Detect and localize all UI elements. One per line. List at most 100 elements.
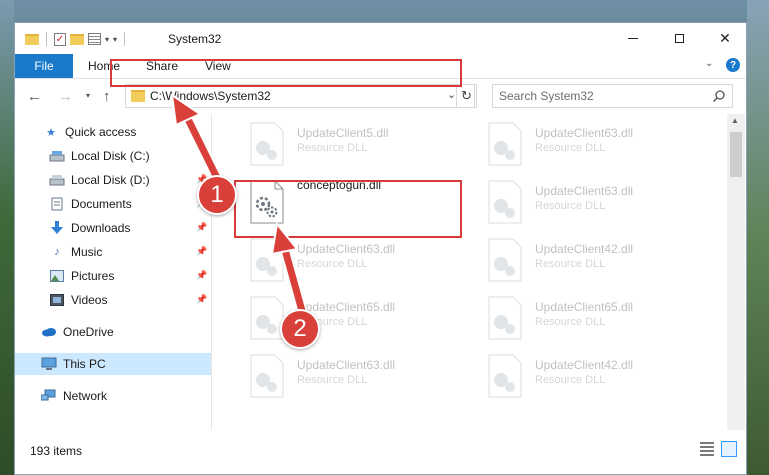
drive-icon <box>49 173 65 187</box>
file-name: UpdateClient63.dll <box>297 242 396 256</box>
sidebar-item-network[interactable]: Network <box>15 385 211 407</box>
address-path[interactable]: C:\Windows\System32 <box>150 89 271 103</box>
close-button[interactable]: ✕ <box>702 23 748 54</box>
file-name: conceptogun.dll <box>297 178 382 192</box>
dll-file-icon <box>250 122 284 166</box>
up-arrow-icon[interactable]: ↑ <box>103 88 111 105</box>
address-bar[interactable]: C:\Windows\System32 ⌄ <box>125 84 475 108</box>
dll-file-icon <box>250 180 284 224</box>
file-type: Resource DLL <box>535 374 606 386</box>
file-item[interactable]: UpdateClient63.dll Resource DLL <box>473 176 701 228</box>
sidebar-item-label: Music <box>71 245 103 259</box>
callout-step-1: 1 <box>197 175 237 215</box>
tab-file[interactable]: File <box>15 54 73 78</box>
pin-icon[interactable]: 📌 <box>196 270 207 281</box>
music-icon: ♪ <box>54 246 60 258</box>
status-bar: 193 items <box>15 430 746 474</box>
vertical-scrollbar[interactable]: ▲ ▼ <box>727 114 745 459</box>
sidebar-item-label: Local Disk (C:) <box>71 149 150 163</box>
sidebar-item-pictures[interactable]: Pictures 📌 <box>15 265 211 287</box>
file-item[interactable]: UpdateClient63.dll Resource DLL <box>235 350 463 402</box>
sidebar-item-label: Documents <box>71 197 132 211</box>
sidebar-item-local-disk-d[interactable]: Local Disk (D:) 📌 <box>15 169 211 191</box>
navigation-bar: ← → ▾ ↑ C:\Windows\System32 ⌄ ↻ <box>15 79 746 113</box>
sidebar-item-label: Network <box>63 389 108 403</box>
download-icon <box>49 221 65 235</box>
file-name: UpdateClient42.dll <box>535 358 634 372</box>
tiles-view-icon[interactable] <box>721 441 737 457</box>
sidebar-item-quick-access[interactable]: ★ Quick access <box>15 121 211 143</box>
file-item[interactable]: UpdateClient42.dll Resource DLL <box>473 350 701 402</box>
sidebar-item-videos[interactable]: Videos 📌 <box>15 289 211 311</box>
search-icon[interactable] <box>712 89 726 103</box>
sidebar-item-label: Quick access <box>65 125 137 139</box>
folder-icon <box>131 90 145 102</box>
file-list: UpdateClient5.dll Resource DLL UpdateCli… <box>223 114 727 430</box>
pin-icon[interactable]: 📌 <box>196 246 207 257</box>
forward-arrow-icon[interactable]: → <box>58 88 73 105</box>
scroll-up-icon[interactable]: ▲ <box>731 116 739 125</box>
tab-share[interactable]: Share <box>146 54 178 78</box>
search-input[interactable] <box>499 88 699 104</box>
chevron-down-icon[interactable]: ▾ <box>105 35 109 44</box>
dll-file-icon <box>488 122 522 166</box>
minimize-button[interactable] <box>610 23 656 54</box>
sidebar-item-documents[interactable]: Documents 📌 <box>15 193 211 215</box>
computer-icon <box>41 357 57 371</box>
help-icon[interactable]: ? <box>726 58 740 72</box>
search-box[interactable] <box>492 84 733 108</box>
file-item[interactable]: UpdateClient65.dll Resource DLL <box>235 292 463 344</box>
sidebar-item-label: Videos <box>71 293 108 307</box>
details-view-icon[interactable] <box>700 442 714 456</box>
file-name: UpdateClient63.dll <box>535 126 634 140</box>
file-item[interactable]: UpdateClient65.dll Resource DLL <box>473 292 701 344</box>
properties-check-icon[interactable]: ✓ <box>54 32 66 46</box>
desktop-background-right <box>747 0 769 475</box>
dll-file-icon <box>488 296 522 340</box>
file-name: UpdateClient63.dll <box>297 358 396 372</box>
maximize-icon <box>674 34 684 43</box>
pin-icon[interactable]: 📌 <box>196 222 207 233</box>
dll-file-icon <box>488 180 522 224</box>
dll-file-icon <box>250 238 284 282</box>
chevron-down-icon[interactable]: ⌄ <box>447 88 456 101</box>
file-type: Resource DLL <box>535 316 606 328</box>
quick-access-toolbar: ✓ ▾ ▾ <box>25 30 128 48</box>
cloud-icon <box>41 325 57 339</box>
desktop-background-left <box>0 0 14 475</box>
refresh-button[interactable]: ↻ <box>456 84 477 108</box>
file-item[interactable]: UpdateClient63.dll Resource DLL <box>235 234 463 286</box>
folder-icon[interactable] <box>25 33 39 45</box>
maximize-button[interactable] <box>656 23 702 54</box>
dll-file-icon <box>488 354 522 398</box>
sidebar-item-music[interactable]: ♪ Music 📌 <box>15 241 211 263</box>
star-icon: ★ <box>46 126 56 139</box>
pin-icon[interactable]: 📌 <box>196 294 207 305</box>
customize-toolbar-icon[interactable]: ▾ <box>113 35 117 44</box>
toolbar-separator <box>46 32 47 46</box>
new-folder-icon[interactable] <box>70 33 84 45</box>
recent-locations-icon[interactable]: ▾ <box>86 91 90 100</box>
close-icon: ✕ <box>719 30 731 46</box>
scrollbar-thumb[interactable] <box>730 132 742 177</box>
back-arrow-icon[interactable]: ← <box>27 88 42 105</box>
sidebar-item-this-pc[interactable]: This PC <box>15 353 211 375</box>
videos-icon <box>49 293 65 307</box>
sidebar-item-label: Downloads <box>71 221 131 235</box>
tab-view[interactable]: View <box>205 54 231 78</box>
file-type: Resource DLL <box>535 200 606 212</box>
toolbar-separator <box>124 32 126 46</box>
sidebar-item-onedrive[interactable]: OneDrive <box>15 321 211 343</box>
expand-ribbon-icon[interactable]: ⌄ <box>705 58 713 69</box>
file-item-conceptogun[interactable]: conceptogun.dll <box>235 176 463 228</box>
item-count: 193 items <box>30 444 83 458</box>
file-item[interactable]: UpdateClient42.dll Resource DLL <box>473 234 701 286</box>
file-name: UpdateClient42.dll <box>535 242 634 256</box>
file-item[interactable]: UpdateClient5.dll Resource DLL <box>235 118 463 170</box>
file-name: UpdateClient65.dll <box>535 300 634 314</box>
sidebar-item-local-disk-c[interactable]: Local Disk (C:) <box>15 145 211 167</box>
sidebar-item-downloads[interactable]: Downloads 📌 <box>15 217 211 239</box>
properties-icon[interactable] <box>88 33 101 45</box>
file-item[interactable]: UpdateClient63.dll Resource DLL <box>473 118 701 170</box>
tab-home[interactable]: Home <box>88 54 120 78</box>
